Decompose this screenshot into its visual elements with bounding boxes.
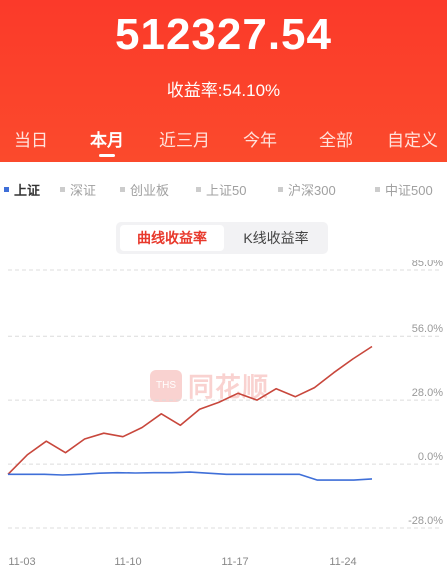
return-rate: 收益率:54.10% [166,81,281,100]
index-return-line [8,471,373,481]
index-label: 上证50 [206,183,247,198]
x-tick-label: 11-17 [221,556,248,568]
y-tick-label: 0.0% [418,451,443,463]
index-label: 深证 [70,183,97,198]
portfolio-return-line [7,345,373,475]
benchmark-index-row: 上证 深证 创业板 上证50 沪深300 中证500 [0,180,447,202]
index-label: 沪深300 [288,183,336,198]
index-item-csi500[interactable]: 中证500 [375,180,433,199]
curve-return-button[interactable]: 曲线收益率 [120,225,224,251]
index-dot-icon [4,187,9,192]
index-item-shanghai[interactable]: 上证 [4,180,40,199]
x-tick-label: 11-10 [114,556,141,568]
index-label: 中证500 [385,183,433,198]
index-dot-icon [278,187,283,192]
index-dot-icon [60,187,65,192]
index-dot-icon [196,187,201,192]
index-item-sse50[interactable]: 上证50 [196,180,246,199]
index-dot-icon [120,187,125,192]
index-item-shenzhen[interactable]: 深证 [60,180,96,199]
index-item-csi300[interactable]: 沪深300 [278,180,336,199]
index-label: 创业板 [130,183,170,198]
summary-header: 512327.54 收益率:54.10% 当日 本月 近三月 今年 全部 自定义 [0,0,447,162]
x-tick-label: 11-24 [329,556,356,568]
y-tick-label: 56.0% [412,323,443,335]
tab-this-month[interactable]: 本月 [90,126,124,151]
total-value: 512327.54 [115,10,332,59]
kline-return-button[interactable]: K线收益率 [228,225,324,251]
y-tick-label: 28.0% [412,387,443,399]
tab-today[interactable]: 当日 [14,126,48,151]
tab-three-months[interactable]: 近三月 [159,126,210,151]
y-tick-label: 85.0% [412,260,443,269]
tab-this-year[interactable]: 今年 [243,126,277,151]
index-label: 上证 [14,183,41,198]
tab-all[interactable]: 全部 [319,126,353,151]
tab-custom[interactable]: 自定义 [387,126,438,151]
active-tab-indicator [99,154,115,157]
period-tabs: 当日 本月 近三月 今年 全部 自定义 [0,126,447,156]
y-tick-label: -28.0% [408,515,443,527]
return-chart-svg: 85.0% 56.0% 28.0% 0.0% -28.0% 11-03 11-10 11-17… [7,260,443,568]
return-chart: 85.0% 56.0% 28.0% 0.0% -28.0% 11-03 11-10 11-17… [0,260,447,582]
x-tick-label: 11-03 [8,556,35,568]
index-dot-icon [375,187,380,192]
chart-mode-toggle: 曲线收益率 K线收益率 [116,222,328,254]
index-item-chinext[interactable]: 创业板 [120,180,169,199]
